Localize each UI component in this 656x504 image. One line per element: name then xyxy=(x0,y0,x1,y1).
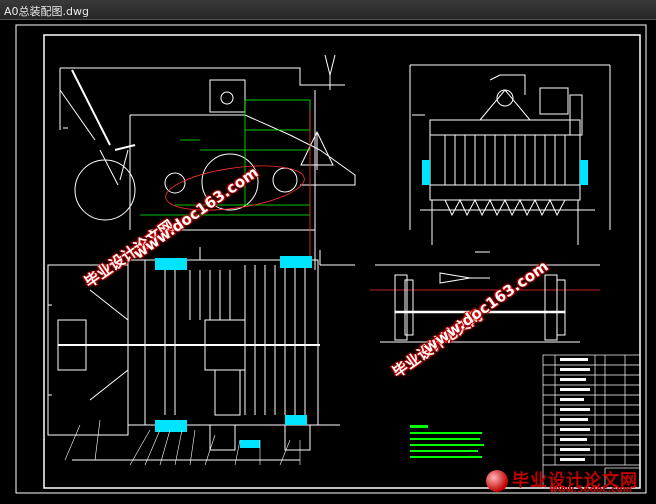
globe-icon xyxy=(486,470,508,492)
front-view xyxy=(409,64,611,245)
title-block-text-blocks xyxy=(560,358,590,461)
technical-notes xyxy=(410,425,484,458)
side-view xyxy=(59,54,356,270)
cad-drawing xyxy=(15,24,647,494)
window-titlebar: A0总装配图.dwg xyxy=(0,0,656,20)
footer-brand-url: www.56doc.com xyxy=(549,485,632,495)
drawing-canvas[interactable]: 毕业设计论文网 www.doc163.com 毕业设计论文网 www.doc16… xyxy=(0,20,656,500)
window-title: A0总装配图.dwg xyxy=(4,5,89,18)
footer-brand: 毕业设计论文网 www.56doc.com xyxy=(486,466,638,496)
plan-view-cyan xyxy=(155,256,312,448)
